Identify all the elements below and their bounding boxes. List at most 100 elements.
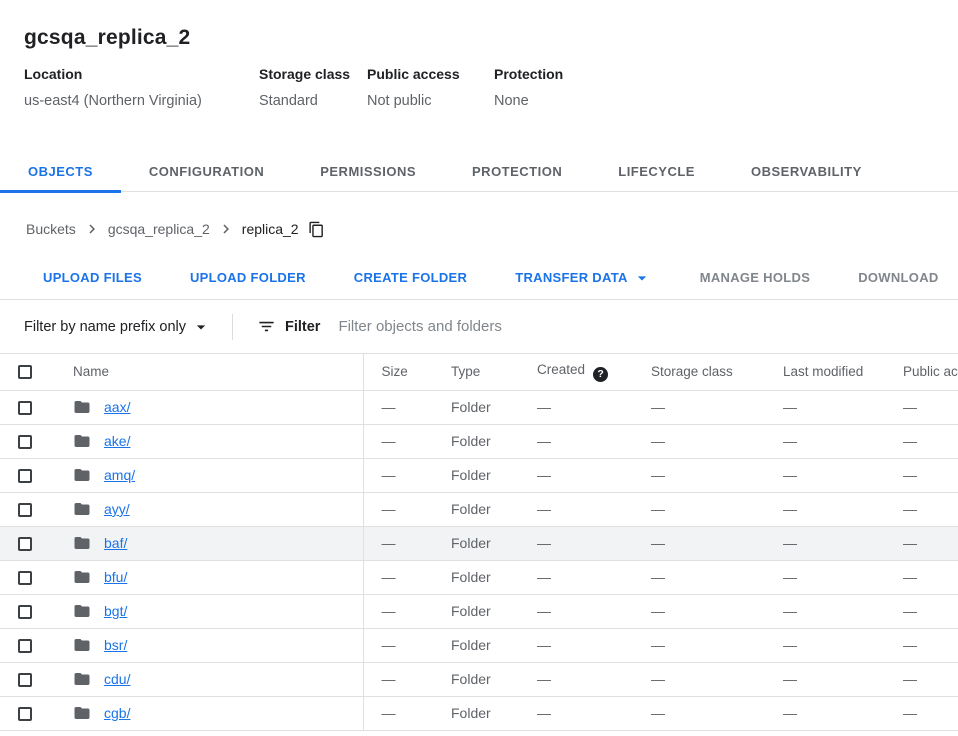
- cell-size: —: [363, 662, 451, 696]
- folder-link[interactable]: bfu/: [104, 569, 127, 585]
- cell-created: —: [537, 662, 651, 696]
- field-label: Public access: [367, 66, 494, 83]
- breadcrumb-current-folder: replica_2: [242, 221, 299, 237]
- page-title: gcsqa_replica_2: [24, 26, 934, 50]
- cell-size: —: [363, 696, 451, 730]
- folder-icon: [73, 568, 91, 586]
- row-checkbox[interactable]: [18, 401, 32, 415]
- row-checkbox[interactable]: [18, 605, 32, 619]
- create-folder-button[interactable]: CREATE FOLDER: [330, 260, 491, 296]
- row-checkbox[interactable]: [18, 537, 32, 551]
- table-row: bsr/ — Folder — — — —: [0, 628, 958, 662]
- tab-configuration[interactable]: CONFIGURATION: [121, 150, 292, 192]
- cell-type: Folder: [451, 492, 537, 526]
- upload-folder-button[interactable]: UPLOAD FOLDER: [166, 260, 330, 296]
- cell-last-modified: —: [783, 628, 903, 662]
- cell-last-modified: —: [783, 526, 903, 560]
- cell-storage-class: —: [651, 560, 783, 594]
- row-checkbox[interactable]: [18, 503, 32, 517]
- row-checkbox[interactable]: [18, 639, 32, 653]
- cell-last-modified: —: [783, 424, 903, 458]
- row-checkbox[interactable]: [18, 435, 32, 449]
- summary-field-protection: Protection None: [494, 66, 563, 110]
- field-value: Standard: [259, 93, 367, 110]
- chevron-down-icon: [191, 317, 211, 337]
- cell-created: —: [537, 390, 651, 424]
- table-row: amq/ — Folder — — — —: [0, 458, 958, 492]
- field-value: us-east4 (Northern Virginia): [24, 93, 259, 110]
- folder-link[interactable]: bgt/: [104, 603, 127, 619]
- cell-public-access: —: [903, 560, 958, 594]
- folder-link[interactable]: ayy/: [104, 501, 130, 517]
- row-checkbox[interactable]: [18, 571, 32, 585]
- bucket-header: gcsqa_replica_2 Location us-east4 (North…: [0, 0, 958, 110]
- filter-label: Filter: [285, 319, 320, 335]
- cell-type: Folder: [451, 526, 537, 560]
- row-checkbox[interactable]: [18, 469, 32, 483]
- bucket-summary: Location us-east4 (Northern Virginia) St…: [24, 66, 934, 110]
- tab-objects[interactable]: OBJECTS: [0, 150, 121, 192]
- cell-public-access: —: [903, 662, 958, 696]
- tab-protection[interactable]: PROTECTION: [444, 150, 590, 192]
- cell-type: Folder: [451, 662, 537, 696]
- cell-size: —: [363, 628, 451, 662]
- copy-icon[interactable]: [308, 221, 325, 238]
- folder-link[interactable]: cdu/: [104, 671, 130, 687]
- upload-files-button[interactable]: UPLOAD FILES: [19, 260, 166, 296]
- download-button[interactable]: DOWNLOAD: [834, 260, 958, 296]
- cell-type: Folder: [451, 458, 537, 492]
- tab-observability[interactable]: OBSERVABILITY: [723, 150, 890, 192]
- cell-type: Folder: [451, 628, 537, 662]
- row-checkbox[interactable]: [18, 673, 32, 687]
- breadcrumb-bucket-name[interactable]: gcsqa_replica_2: [108, 221, 210, 237]
- folder-icon: [73, 636, 91, 654]
- transfer-data-button[interactable]: TRANSFER DATA: [491, 260, 675, 296]
- tab-permissions[interactable]: PERMISSIONS: [292, 150, 444, 192]
- table-row: baf/ — Folder — — — —: [0, 526, 958, 560]
- chevron-down-icon: [632, 268, 652, 288]
- breadcrumb: Buckets gcsqa_replica_2 replica_2: [0, 192, 958, 256]
- folder-link[interactable]: cgb/: [104, 705, 130, 721]
- column-header-type: Type: [451, 354, 537, 390]
- manage-holds-button[interactable]: MANAGE HOLDS: [676, 260, 835, 296]
- folder-icon: [73, 432, 91, 450]
- cell-public-access: —: [903, 492, 958, 526]
- cell-size: —: [363, 390, 451, 424]
- cell-last-modified: —: [783, 696, 903, 730]
- folder-icon: [73, 500, 91, 518]
- row-checkbox[interactable]: [18, 707, 32, 721]
- cell-last-modified: —: [783, 458, 903, 492]
- table-row: cgb/ — Folder — — — —: [0, 696, 958, 730]
- cell-type: Folder: [451, 390, 537, 424]
- column-header-size: Size: [363, 354, 451, 390]
- cell-created: —: [537, 492, 651, 526]
- cell-public-access: —: [903, 628, 958, 662]
- column-header-public-access: Public access: [903, 354, 958, 390]
- select-all-checkbox[interactable]: [18, 365, 32, 379]
- help-icon[interactable]: ?: [593, 367, 608, 382]
- folder-link[interactable]: ake/: [104, 433, 130, 449]
- folder-link[interactable]: baf/: [104, 535, 127, 551]
- folder-link[interactable]: aax/: [104, 399, 130, 415]
- cell-storage-class: —: [651, 390, 783, 424]
- cell-public-access: —: [903, 594, 958, 628]
- breadcrumb-buckets[interactable]: Buckets: [26, 221, 76, 237]
- tab-lifecycle[interactable]: LIFECYCLE: [590, 150, 723, 192]
- folder-icon: [73, 534, 91, 552]
- divider: [232, 314, 233, 340]
- filter-scope-select[interactable]: Filter by name prefix only: [24, 317, 211, 337]
- table-header-row: Name Size Type Created? Storage class La…: [0, 354, 958, 390]
- cell-size: —: [363, 492, 451, 526]
- filter-scope-label: Filter by name prefix only: [24, 319, 186, 335]
- cell-created: —: [537, 594, 651, 628]
- filter-input[interactable]: [336, 317, 942, 336]
- table-row: aax/ — Folder — — — —: [0, 390, 958, 424]
- folder-link[interactable]: amq/: [104, 467, 135, 483]
- cell-created: —: [537, 424, 651, 458]
- cell-storage-class: —: [651, 662, 783, 696]
- created-label: Created: [537, 362, 585, 377]
- cell-size: —: [363, 526, 451, 560]
- object-toolbar: UPLOAD FILES UPLOAD FOLDER CREATE FOLDER…: [0, 256, 958, 300]
- folder-link[interactable]: bsr/: [104, 637, 127, 653]
- cell-public-access: —: [903, 696, 958, 730]
